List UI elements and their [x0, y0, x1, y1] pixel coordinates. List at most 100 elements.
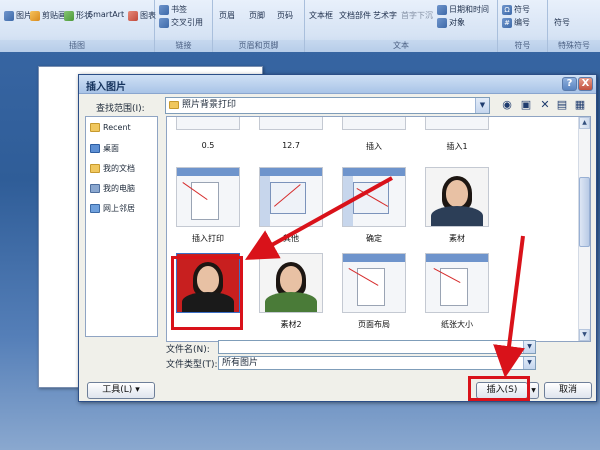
ribbon-symbol-button[interactable]: Ω 符号	[502, 4, 530, 15]
chevron-down-icon[interactable]: ▼	[523, 341, 535, 353]
ribbon-footer-button[interactable]: 页脚	[249, 10, 265, 21]
numbering-icon: #	[502, 17, 512, 28]
file-thumbnail[interactable]	[259, 117, 323, 130]
place-my-computer[interactable]: 我的电脑	[90, 183, 135, 194]
file-caption: 素材2	[280, 320, 302, 329]
new-folder-icon[interactable]: ▤	[555, 98, 569, 112]
file-thumbnail[interactable]	[342, 253, 406, 313]
crossref-icon	[159, 17, 169, 28]
group-special-symbols: 符号 特殊符号	[548, 0, 600, 52]
place-network[interactable]: 网上邻居	[90, 203, 135, 214]
ribbon-pagenumber-button[interactable]: 页码	[277, 10, 293, 21]
group-title: 文本	[305, 40, 497, 52]
up-folder-icon[interactable]: ▣	[519, 98, 533, 112]
place-desktop[interactable]: 桌面	[90, 143, 119, 154]
file-caption: 0.5	[201, 141, 215, 150]
file-thumbnail[interactable]	[425, 167, 489, 227]
file-caption: 插入	[366, 142, 382, 151]
scroll-down-icon[interactable]: ▼	[579, 329, 590, 341]
file-thumbnail-selected[interactable]	[176, 253, 240, 313]
dialog-title: 插入图片	[86, 82, 126, 93]
back-icon[interactable]: ◉	[500, 98, 514, 112]
ribbon-textbox-button[interactable]: 文本框	[309, 10, 333, 21]
group-illustrations: 图片 剪贴画 形状 SmartArt 图表 插图	[0, 0, 156, 52]
help-button[interactable]: ?	[562, 77, 577, 91]
file-thumbnail[interactable]	[425, 253, 489, 313]
insert-split-chevron-icon[interactable]: ▼	[528, 382, 539, 399]
file-thumbnail[interactable]	[176, 167, 240, 227]
file-thumbnail[interactable]	[342, 167, 406, 227]
ribbon-object-button[interactable]: 对象	[437, 17, 465, 28]
ribbon: 图片 剪贴画 形状 SmartArt 图表 插图 书签 交叉引用 链接 页眉 页…	[0, 0, 600, 52]
file-thumbnail[interactable]	[259, 253, 323, 313]
filetype-select[interactable]: 所有图片 ▼	[218, 356, 536, 370]
place-my-documents[interactable]: 我的文档	[90, 163, 135, 174]
ribbon-datetime-button[interactable]: 日期和时间	[437, 4, 489, 15]
tools-button[interactable]: 工具(L) ▾	[87, 382, 155, 399]
group-title: 符号	[498, 40, 547, 52]
ribbon-header-button[interactable]: 页眉	[219, 10, 235, 21]
views-icon[interactable]: ▦	[573, 98, 587, 112]
network-icon	[90, 204, 100, 213]
delete-icon[interactable]: ✕	[538, 98, 552, 112]
lookin-combobox[interactable]: 照片背景打印 ▼	[165, 97, 490, 114]
documents-icon	[90, 164, 100, 173]
group-title: 页眉和页脚	[213, 40, 304, 52]
clipart-icon	[30, 10, 40, 21]
ribbon-dropcap-button[interactable]: 首字下沉	[401, 10, 433, 21]
file-caption: 插入1	[446, 142, 468, 151]
scroll-thumb[interactable]	[579, 177, 590, 247]
lookin-label: 查找范围(I):	[96, 104, 145, 114]
insert-button[interactable]: 插入(S)	[476, 382, 528, 399]
picture-icon	[4, 10, 14, 21]
shapes-icon	[64, 10, 74, 21]
group-symbols: Ω 符号 # 编号 符号	[498, 0, 548, 52]
lookin-value: 照片背景打印	[182, 100, 237, 110]
group-header-footer: 页眉 页脚 页码 页眉和页脚	[213, 0, 305, 52]
chevron-down-icon[interactable]: ▼	[523, 357, 535, 369]
ribbon-chart-button[interactable]: 图表	[128, 10, 156, 21]
folder-icon	[90, 123, 100, 132]
file-caption: 其他	[283, 234, 299, 243]
file-caption: 12.7	[282, 141, 300, 150]
file-list: 0.5 12.7 插入 插入1 插入打印 其他 确定 素材 素材2 页面布局 纸…	[166, 116, 591, 342]
file-thumbnail[interactable]	[342, 117, 406, 130]
group-title: 插图	[0, 40, 154, 52]
close-button[interactable]: X	[578, 77, 593, 91]
file-caption: 插入打印	[192, 234, 224, 243]
ribbon-picture-button[interactable]: 图片	[4, 10, 32, 21]
object-icon	[437, 17, 447, 28]
cancel-button[interactable]: 取消	[544, 382, 592, 399]
file-thumbnail[interactable]	[425, 117, 489, 130]
filetype-label: 文件类型(T):	[166, 360, 218, 370]
filename-label: 文件名(N):	[166, 345, 210, 355]
ribbon-smartart-button[interactable]: SmartArt	[88, 10, 124, 19]
bookmark-icon	[159, 4, 169, 15]
ribbon-clipart-button[interactable]: 剪贴画	[30, 10, 66, 21]
file-caption: 素材	[449, 234, 465, 243]
calendar-icon	[437, 4, 447, 15]
places-bar: Recent 桌面 我的文档 我的电脑 网上邻居	[85, 116, 158, 337]
scroll-up-icon[interactable]: ▲	[579, 117, 590, 129]
chart-icon	[128, 10, 138, 21]
file-thumbnail[interactable]	[176, 117, 240, 130]
ribbon-wordart-button[interactable]: 艺术字	[373, 10, 397, 21]
group-links: 书签 交叉引用 链接	[155, 0, 213, 52]
ribbon-numbering-button[interactable]: # 编号	[502, 17, 530, 28]
group-title: 特殊符号	[548, 40, 600, 52]
place-recent[interactable]: Recent	[90, 123, 131, 132]
folder-icon	[169, 101, 179, 109]
computer-icon	[90, 184, 100, 193]
chevron-down-icon[interactable]: ▼	[475, 98, 489, 113]
file-list-scrollbar[interactable]: ▲ ▼	[578, 117, 590, 341]
ribbon-bookmark-button[interactable]: 书签	[159, 4, 187, 15]
ribbon-quickparts-button[interactable]: 文档部件	[339, 10, 371, 21]
filetype-value: 所有图片	[222, 358, 259, 368]
ribbon-special-symbol-button[interactable]: 符号	[554, 17, 570, 28]
file-caption: 纸张大小	[441, 320, 473, 329]
group-text: 文本框 文档部件 艺术字 首字下沉 日期和时间 对象 文本	[305, 0, 498, 52]
dialog-titlebar[interactable]: 插入图片 ? X	[79, 75, 596, 94]
filename-input[interactable]: ▼	[218, 340, 536, 354]
ribbon-crossref-button[interactable]: 交叉引用	[159, 17, 203, 28]
file-thumbnail[interactable]	[259, 167, 323, 227]
